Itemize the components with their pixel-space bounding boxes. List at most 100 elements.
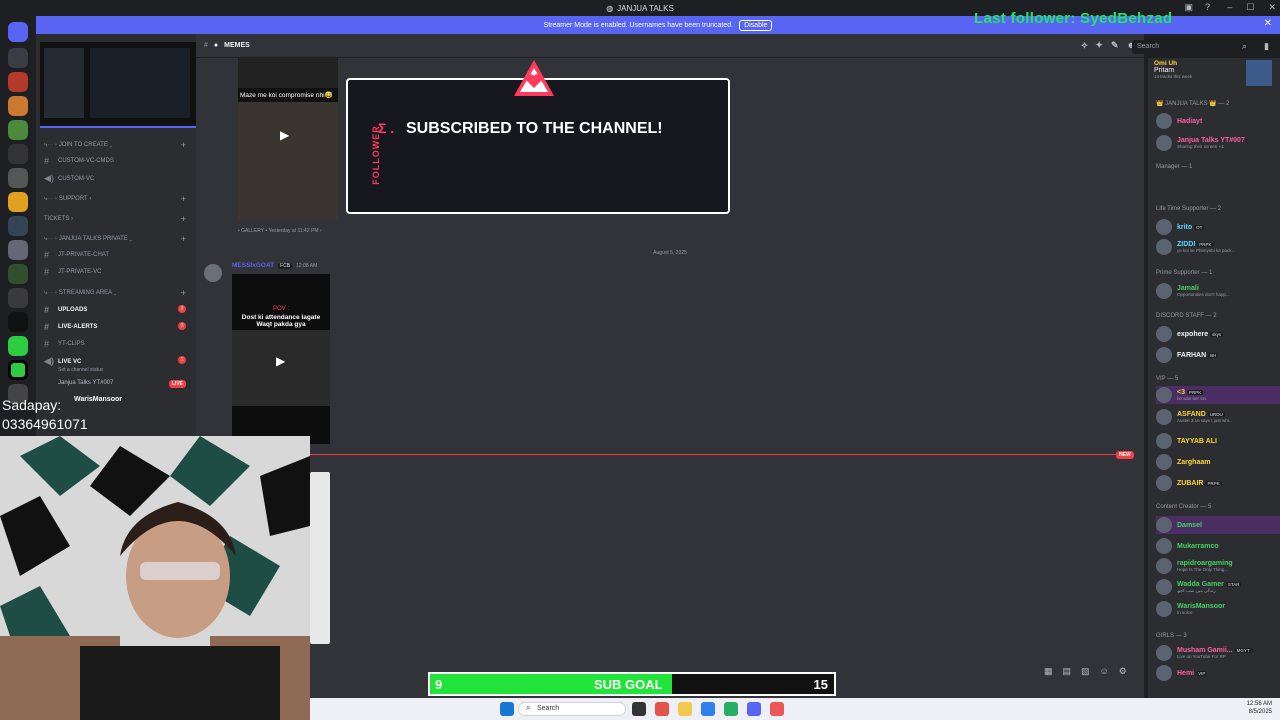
file-explorer-icon[interactable]	[678, 702, 692, 716]
member-name-line: ZUBAIR PRPK	[1177, 480, 1222, 487]
member-item[interactable]: Hadiayt	[1156, 112, 1280, 130]
gif-icon[interactable]: ▤	[1063, 666, 1072, 677]
member-name-line: FARHAN BH	[1177, 352, 1219, 359]
category-private[interactable]: ⤷⋯ ◦ JANJUA TALKS PRIVATE ⌄	[44, 236, 132, 243]
member-item[interactable]: expohere skys	[1156, 325, 1280, 343]
server-icon[interactable]	[8, 120, 28, 140]
add-channel-icon[interactable]: +	[181, 234, 186, 244]
member-item[interactable]: Damsel	[1156, 516, 1280, 534]
add-channel-icon[interactable]: +	[181, 288, 186, 298]
channel-custom-vc[interactable]: ◀) CUSTOM-VC	[44, 173, 94, 184]
member-item[interactable]: Wadda Gamer STAR زندگی میں سب کچھ	[1156, 578, 1280, 596]
channel-custom-vc-cmds[interactable]: # CUSTOM-VC-CMDS	[44, 156, 114, 166]
server-icon[interactable]	[8, 240, 28, 260]
member-item[interactable]: Jamali Opportunities don't happ...	[1156, 282, 1280, 300]
taskbar-search[interactable]: Search	[518, 702, 626, 716]
emoji-icon[interactable]: ☺	[1100, 666, 1109, 677]
play-icon[interactable]: ▶	[276, 354, 285, 368]
member-tag: URDU	[1207, 412, 1225, 417]
server-icon[interactable]	[8, 288, 28, 308]
member-item[interactable]: ZUBAIR PRPK	[1156, 474, 1280, 492]
disable-streamer-mode-button[interactable]: Disable	[739, 19, 773, 31]
help-icon[interactable]: ?	[1205, 2, 1210, 13]
server-icon[interactable]	[8, 264, 28, 284]
category-join-to-create[interactable]: ⤷⋯ ◦ JOIN TO CREATE ⌄	[44, 142, 112, 149]
member-item[interactable]: WarisMansoor In voice	[1156, 600, 1280, 618]
channel-uploads[interactable]: # UPLOADS	[44, 305, 87, 315]
dm-home-icon[interactable]	[8, 22, 28, 42]
gift-icon[interactable]: ▦	[1044, 666, 1053, 677]
app-icon[interactable]: ⚙	[1119, 666, 1127, 677]
server-icon[interactable]	[8, 96, 28, 116]
video-attachment[interactable]: Maze me koi compromise nhi😅 ▶	[238, 58, 338, 220]
channel-yt-clips[interactable]: # YT-CLIPS	[44, 339, 85, 349]
add-channel-icon[interactable]: +	[181, 194, 186, 204]
maximize-button[interactable]: ☐	[1246, 2, 1254, 13]
server-icon[interactable]	[8, 72, 28, 92]
threads-icon[interactable]: ⟡	[1081, 40, 1087, 51]
close-banner-icon[interactable]: ✕	[1264, 18, 1272, 29]
video-attachment[interactable]: POV : Dost ki attendance lagate Waqt pak…	[232, 274, 330, 444]
member-section-header: Content Creator — 5	[1156, 504, 1212, 510]
play-icon[interactable]: ▶	[280, 128, 289, 142]
channel-live-alerts[interactable]: # LIVE-ALERTS	[44, 322, 97, 332]
category-streaming-area[interactable]: ⤷⋯ ◦ STREAMING AREA ⌄	[44, 290, 116, 297]
channel-jt-private-vc[interactable]: # JT-PRIVATE-VC	[44, 267, 101, 277]
image-attachment[interactable]	[310, 472, 330, 644]
task-view-icon[interactable]	[632, 702, 646, 716]
chrome-icon[interactable]	[724, 702, 738, 716]
add-channel-icon[interactable]: +	[181, 214, 186, 224]
hash-icon: #	[44, 339, 50, 349]
category-support[interactable]: ⤷⋯ ◦ SUPPORT ›	[44, 196, 91, 203]
app-icon[interactable]	[770, 702, 784, 716]
member-item[interactable]: Zarghaam	[1156, 453, 1280, 471]
taskbar-clock[interactable]: 12:56 AM 8/5/2025	[1247, 700, 1272, 716]
member-item[interactable]: <3 PRPK he was her sin.	[1156, 386, 1280, 404]
minimize-button[interactable]: –	[1227, 2, 1232, 13]
member-item[interactable]: krito OT	[1156, 218, 1280, 236]
avatar[interactable]	[204, 264, 222, 282]
channel-jt-private-chat[interactable]: # JT-PRIVATE-CHAT	[44, 250, 109, 260]
search-input[interactable]: Search	[1132, 40, 1248, 54]
member-item[interactable]: FARHAN BH	[1156, 346, 1280, 364]
app-icon[interactable]	[655, 702, 669, 716]
member-item[interactable]: Musham Gamii... MGYT Live on YouTube For R…	[1156, 644, 1280, 662]
window-title: JANJUA TALKS	[617, 3, 674, 13]
server-icon[interactable]	[8, 48, 28, 68]
server-icon[interactable]	[8, 312, 28, 332]
stream-preview[interactable]	[40, 42, 198, 128]
discord-icon[interactable]	[747, 702, 761, 716]
app-icon[interactable]	[701, 702, 715, 716]
user-tag: FCB	[278, 262, 293, 269]
server-icon[interactable]	[8, 192, 28, 212]
inbox-icon[interactable]: ▮	[1264, 41, 1269, 52]
server-icon[interactable]	[8, 144, 28, 164]
voice-user[interactable]: Janjua Talks YT#007	[58, 380, 113, 386]
close-window-button[interactable]: ✕	[1268, 2, 1276, 13]
member-item[interactable]: ASFAND URDU Austin 3:16 says I just whi...	[1156, 408, 1280, 426]
now-playing[interactable]: Omi Uh Pritam 14 tracks this week	[1154, 60, 1192, 79]
sticker-icon[interactable]: ▧	[1081, 666, 1090, 677]
clock-time: 12:56 AM	[1246, 701, 1272, 707]
pin-icon[interactable]: ✎	[1111, 40, 1119, 51]
member-item[interactable]: Hemi VIP	[1156, 664, 1280, 682]
server-icon[interactable]	[8, 336, 28, 356]
server-icon[interactable]	[8, 168, 28, 188]
member-item[interactable]: ZIDDI PRPK ye koi se Phenyebi ka pack...	[1156, 238, 1280, 256]
channel-live-vc[interactable]: ◀) LIVE VC	[44, 356, 81, 367]
inbox-icon[interactable]: ▣	[1184, 2, 1193, 13]
member-item[interactable]: Janjua Talks YT#007 Sharing their screen …	[1156, 134, 1280, 152]
member-item[interactable]: rapidroargaming Hope Is The Only Thing...	[1156, 557, 1280, 575]
channel-status[interactable]: Set a channel status	[58, 367, 103, 373]
server-icon[interactable]	[8, 216, 28, 236]
server-icon[interactable]	[8, 360, 28, 380]
member-name-line: Mukarramco	[1177, 543, 1219, 550]
message-author[interactable]: MESSIxGOAT	[232, 262, 274, 269]
member-item[interactable]: TAYYAB ALI	[1156, 432, 1280, 450]
member-name-line: Hadiayt	[1177, 118, 1202, 125]
add-channel-icon[interactable]: +	[181, 140, 186, 150]
category-tickets[interactable]: TICKETS ›	[44, 216, 73, 222]
start-icon[interactable]	[500, 702, 514, 716]
member-item[interactable]: Mukarramco	[1156, 537, 1280, 555]
notification-icon[interactable]: ✦	[1095, 40, 1103, 51]
